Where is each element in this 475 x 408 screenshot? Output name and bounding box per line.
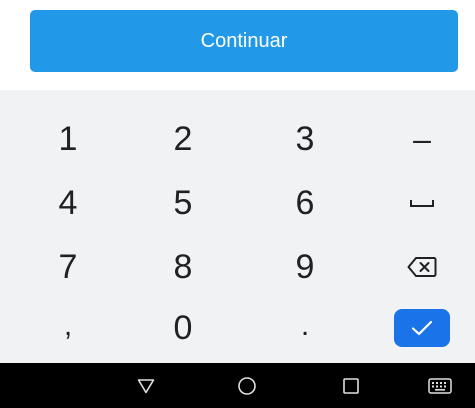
key-1-label: 1 [58,120,78,158]
recents-square-icon [343,377,359,394]
key-2-label: 2 [173,120,193,158]
key-period-label: . [300,309,310,342]
key-1[interactable]: 1 [18,109,118,169]
nav-back-button[interactable] [116,363,176,408]
done-key-background [394,309,450,347]
continue-button[interactable]: Continuar [30,10,458,72]
nav-home-button[interactable] [217,363,277,408]
nav-recents-button[interactable] [321,363,381,408]
nav-keyboard-button[interactable] [410,363,470,408]
home-circle-icon [238,376,256,395]
key-9[interactable]: 9 [255,237,355,297]
key-comma[interactable]: , [18,298,118,358]
key-7[interactable]: 7 [18,237,118,297]
key-4[interactable]: 4 [18,173,118,233]
key-comma-label: , [63,309,73,342]
key-9-label: 9 [295,248,315,286]
key-5[interactable]: 5 [133,173,233,233]
key-5-label: 5 [173,184,193,222]
space-key[interactable] [372,173,472,233]
key-4-label: 4 [58,184,78,222]
key-0[interactable]: 0 [133,298,233,358]
key-3-label: 3 [295,120,315,158]
back-triangle-icon [137,378,155,393]
key-6-label: 6 [295,184,315,222]
key-2[interactable]: 2 [133,109,233,169]
key-dash[interactable]: – [372,109,472,169]
system-navigation-bar [0,363,475,408]
key-3[interactable]: 3 [255,109,355,169]
top-area: Continuar [0,0,475,90]
key-8[interactable]: 8 [133,237,233,297]
key-6[interactable]: 6 [255,173,355,233]
key-dash-label: – [413,121,431,157]
key-period[interactable]: . [255,298,355,358]
check-icon [411,320,433,336]
done-key[interactable] [372,298,472,358]
key-7-label: 7 [58,248,78,286]
key-8-label: 8 [173,248,193,286]
backspace-key[interactable] [372,237,472,297]
space-icon [410,200,434,207]
backspace-icon [407,257,437,277]
numeric-keyboard: 1 2 3 – 4 5 6 7 8 9 , 0 . [0,90,475,363]
key-0-label: 0 [173,309,193,347]
keyboard-icon [428,377,452,394]
